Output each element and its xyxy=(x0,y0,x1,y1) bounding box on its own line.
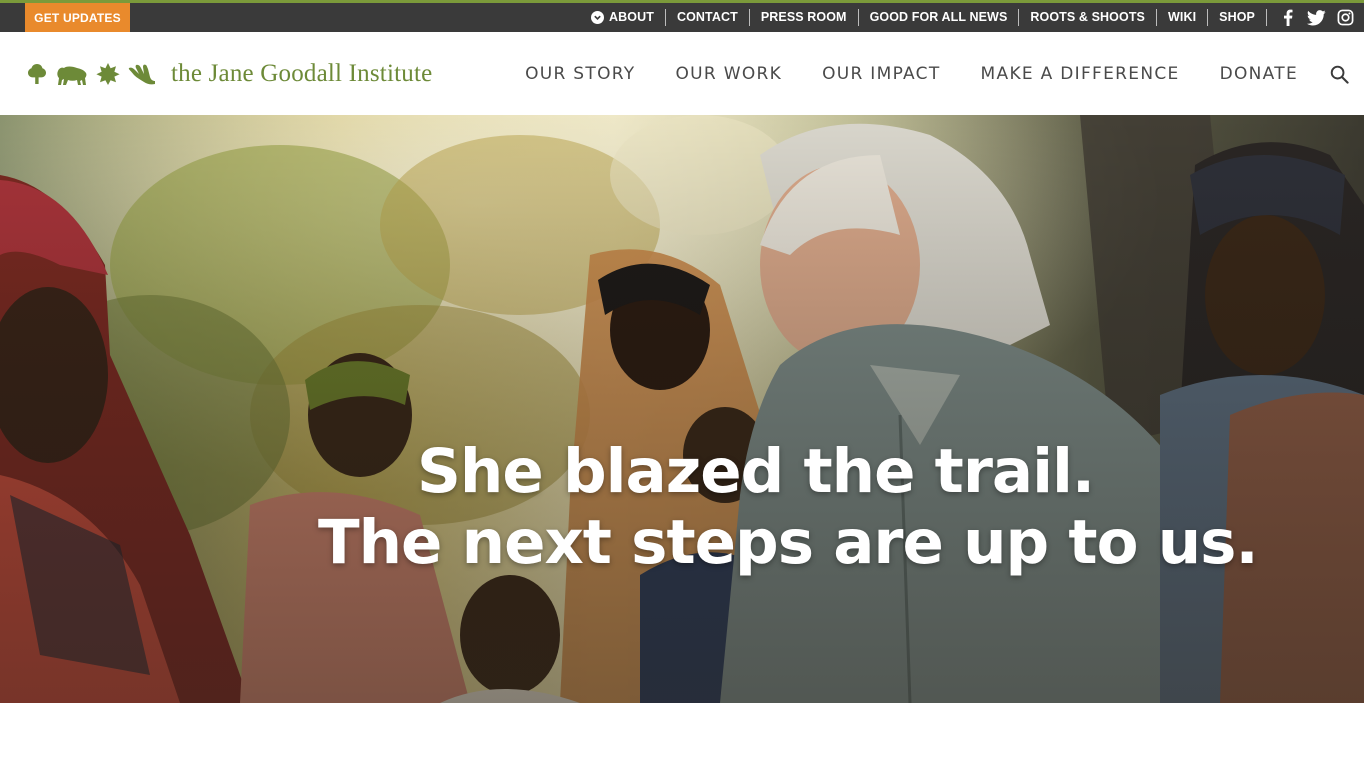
utility-link-roots-shoots[interactable]: ROOTS & SHOOTS xyxy=(1018,9,1156,26)
utility-link-shop[interactable]: SHOP xyxy=(1207,9,1266,26)
utility-links: ABOUT CONTACT PRESS ROOM GOOD FOR ALL NE… xyxy=(580,3,1364,32)
hero-headline-line1: She blazed the trail. xyxy=(417,436,1095,507)
nav-donate[interactable]: DONATE xyxy=(1220,64,1298,84)
twitter-icon[interactable] xyxy=(1302,8,1331,28)
site-logo[interactable]: the Jane Goodall Institute xyxy=(25,58,432,90)
main-navigation: the Jane Goodall Institute OUR STORY OUR… xyxy=(0,32,1364,115)
utility-link-press-room[interactable]: PRESS ROOM xyxy=(748,9,858,26)
nav-our-work[interactable]: OUR WORK xyxy=(675,64,782,84)
instagram-icon[interactable] xyxy=(1331,8,1360,28)
utility-link-good-for-all-news[interactable]: GOOD FOR ALL NEWS xyxy=(857,9,1019,26)
nav-make-a-difference[interactable]: MAKE A DIFFERENCE xyxy=(981,64,1180,84)
utility-link-wiki[interactable]: WIKI xyxy=(1156,9,1207,26)
hero-banner: She blazed the trail. The next steps are… xyxy=(0,115,1364,703)
utility-link-label: ABOUT xyxy=(609,10,654,24)
logo-animals-icon xyxy=(25,62,157,86)
social-links xyxy=(1266,9,1360,26)
utility-bar: GET UPDATES ABOUT CONTACT PRESS ROOM GOO… xyxy=(0,0,1364,32)
nav-our-impact[interactable]: OUR IMPACT xyxy=(822,64,940,84)
facebook-icon[interactable] xyxy=(1273,8,1302,28)
utility-link-contact[interactable]: CONTACT xyxy=(664,9,749,26)
get-updates-button[interactable]: GET UPDATES xyxy=(25,3,130,32)
chevron-down-icon xyxy=(591,11,604,24)
primary-nav: OUR STORY OUR WORK OUR IMPACT MAKE A DIF… xyxy=(525,32,1298,115)
search-icon[interactable] xyxy=(1329,64,1349,84)
hero-photo xyxy=(0,115,1364,703)
logo-text: the Jane Goodall Institute xyxy=(171,60,433,87)
nav-our-story[interactable]: OUR STORY xyxy=(525,64,635,84)
utility-link-about[interactable]: ABOUT xyxy=(580,9,665,26)
hero-headline-line2: The next steps are up to us. xyxy=(318,507,1259,578)
